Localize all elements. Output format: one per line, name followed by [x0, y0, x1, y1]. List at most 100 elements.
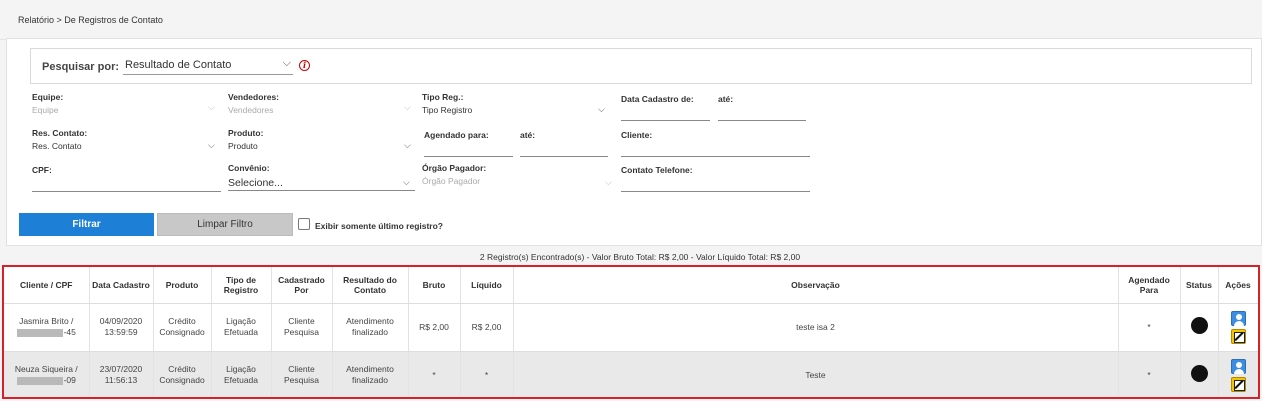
cpf-field[interactable]: CPF: [32, 165, 222, 192]
cliente-label: Cliente: [621, 130, 653, 140]
ultimo-registro-checkbox[interactable] [298, 218, 310, 230]
produto-line1: Crédito [168, 316, 196, 326]
cell-status [1180, 303, 1219, 352]
limpar-filtro-button[interactable]: Limpar Filtro [157, 213, 293, 236]
edit-icon[interactable] [1230, 328, 1246, 344]
field-underline [621, 191, 810, 192]
cell-bruto: R$ 2,00 [408, 303, 461, 352]
vendedores-field[interactable]: Vendedores: Vendedores ⌵ [228, 92, 418, 116]
user-icon[interactable] [1230, 358, 1246, 374]
cell-resultado: Atendimento finalizado [332, 303, 409, 352]
agendado-label: Agendado para: [424, 130, 489, 140]
col-header-cadastrado[interactable]: Cadastrado Por [271, 267, 333, 304]
data-cadastro-label: Data Cadastro de: [621, 94, 694, 104]
ultimo-registro-label: Exibir somente último registro? [315, 221, 443, 231]
cpf-suffix: -09 [63, 375, 76, 385]
equipe-value: Equipe [32, 105, 59, 115]
data-value: 04/09/2020 [99, 316, 143, 326]
col-header-liquido[interactable]: Líquido [460, 267, 514, 304]
cell-liquido: * [460, 351, 514, 397]
tipo-line1: Ligação [226, 364, 256, 374]
vendedores-label: Vendedores: [228, 92, 280, 102]
info-icon[interactable]: i [299, 60, 310, 71]
chevron-down-icon: ⌵ [282, 57, 291, 69]
status-dot-icon [1190, 317, 1208, 334]
res-contato-label: Res. Contato: [32, 128, 88, 138]
hora-value: 11:56:13 [104, 375, 138, 385]
contato-telefone-field[interactable]: Contato Telefone: [621, 165, 811, 192]
cad-line2: Pesquisa [284, 327, 319, 337]
col-header-bruto[interactable]: Bruto [408, 267, 461, 304]
chevron-down-icon: ⌵ [403, 177, 410, 187]
col-header-acoes: Ações [1218, 267, 1258, 304]
table-header-row: Cliente / CPF Data Cadastro Produto Tipo… [4, 267, 1258, 304]
col-header-status[interactable]: Status [1180, 267, 1219, 304]
cliente-field[interactable]: Cliente: [621, 130, 811, 157]
user-icon[interactable] [1230, 310, 1246, 326]
chevron-down-icon: ⌵ [404, 140, 411, 150]
cell-liquido: R$ 2,00 [460, 303, 514, 352]
masked-cpf [16, 376, 63, 385]
agendado-ate-field[interactable]: até: [520, 130, 610, 157]
col-header-cliente[interactable]: Cliente / CPF [4, 267, 90, 304]
orgao-pagador-field[interactable]: Órgão Pagador: Órgão Pagador ⌵ [422, 163, 612, 187]
masked-cpf [16, 328, 63, 337]
col-header-resultado[interactable]: Resultado do Contato [332, 267, 409, 304]
cell-tipo: Ligação Efetuada [211, 303, 272, 352]
cad-line1: Cliente [288, 364, 315, 374]
res-line1: Atendimento [346, 364, 394, 374]
table-row[interactable]: Neuza Siqueira / -09 23/07/2020 11:56:13 C… [4, 351, 1258, 397]
col-header-observacao[interactable]: Observação [513, 267, 1119, 304]
equipe-label: Equipe: [32, 92, 64, 102]
orgao-value: Órgão Pagador [422, 176, 481, 186]
field-underline [520, 156, 608, 157]
chevron-down-icon: ⌵ [605, 177, 612, 187]
convenio-value: Selecione... [228, 177, 283, 189]
cpf-suffix: -45 [63, 327, 76, 337]
field-underline [621, 156, 810, 157]
cell-bruto: * [408, 351, 461, 397]
cell-produto: Crédito Consignado [153, 303, 212, 352]
tipo-reg-field[interactable]: Tipo Reg.: Tipo Registro ⌵ [422, 92, 612, 116]
data-cadastro-de-field[interactable]: Data Cadastro de: [621, 94, 711, 121]
cell-produto: Crédito Consignado [153, 351, 212, 397]
field-underline [228, 190, 415, 191]
cell-data: 04/09/2020 13:59:59 [89, 303, 154, 352]
produto-field[interactable]: Produto: Produto ⌵ [228, 128, 418, 152]
cell-observacao: Teste [513, 351, 1119, 397]
cell-agendado: * [1118, 303, 1181, 352]
cell-acoes [1218, 351, 1258, 397]
chevron-down-icon: ⌵ [208, 140, 215, 150]
edit-icon[interactable] [1230, 376, 1246, 392]
produto-line2: Consignado [159, 327, 205, 337]
convenio-field[interactable]: Convênio: Selecione... ⌵ [228, 163, 418, 192]
col-header-agendado[interactable]: Agendado Para [1118, 267, 1181, 304]
res-contato-value: Res. Contato [32, 141, 82, 151]
filtrar-button[interactable]: Filtrar [19, 213, 154, 236]
col-header-produto[interactable]: Produto [153, 267, 212, 304]
hora-value: 13:59:59 [104, 327, 138, 337]
search-by-select[interactable]: Resultado de Contato ⌵ [123, 57, 293, 75]
cad-line2: Pesquisa [284, 375, 319, 385]
cell-agendado: * [1118, 351, 1181, 397]
res-line1: Atendimento [346, 316, 394, 326]
agendado-de-field[interactable]: Agendado para: [424, 130, 514, 157]
cpf-label: CPF: [32, 165, 52, 175]
res-contato-field[interactable]: Res. Contato: Res. Contato ⌵ [32, 128, 222, 152]
cell-resultado: Atendimento finalizado [332, 351, 409, 397]
cell-observacao: teste isa 2 [513, 303, 1119, 352]
cell-cliente: Neuza Siqueira / -09 [4, 351, 90, 397]
col-header-data[interactable]: Data Cadastro [89, 267, 154, 304]
cad-line1: Cliente [288, 316, 315, 326]
table-row[interactable]: Jasmira Brito / -45 04/09/2020 13:59:59 Cr… [4, 303, 1258, 352]
cell-data: 23/07/2020 11:56:13 [89, 351, 154, 397]
vendedores-value: Vendedores [228, 105, 274, 115]
top-bar: Relatório > De Registros de Contato [0, 0, 1262, 40]
data-cadastro-ate-label: até: [718, 94, 734, 104]
equipe-field[interactable]: Equipe: Equipe ⌵ [32, 92, 222, 116]
data-cadastro-ate-field[interactable]: até: [718, 94, 808, 121]
tipo-line1: Ligação [226, 316, 256, 326]
orgao-label: Órgão Pagador: [422, 163, 487, 173]
col-header-tipo[interactable]: Tipo de Registro [211, 267, 272, 304]
field-underline [32, 191, 221, 192]
